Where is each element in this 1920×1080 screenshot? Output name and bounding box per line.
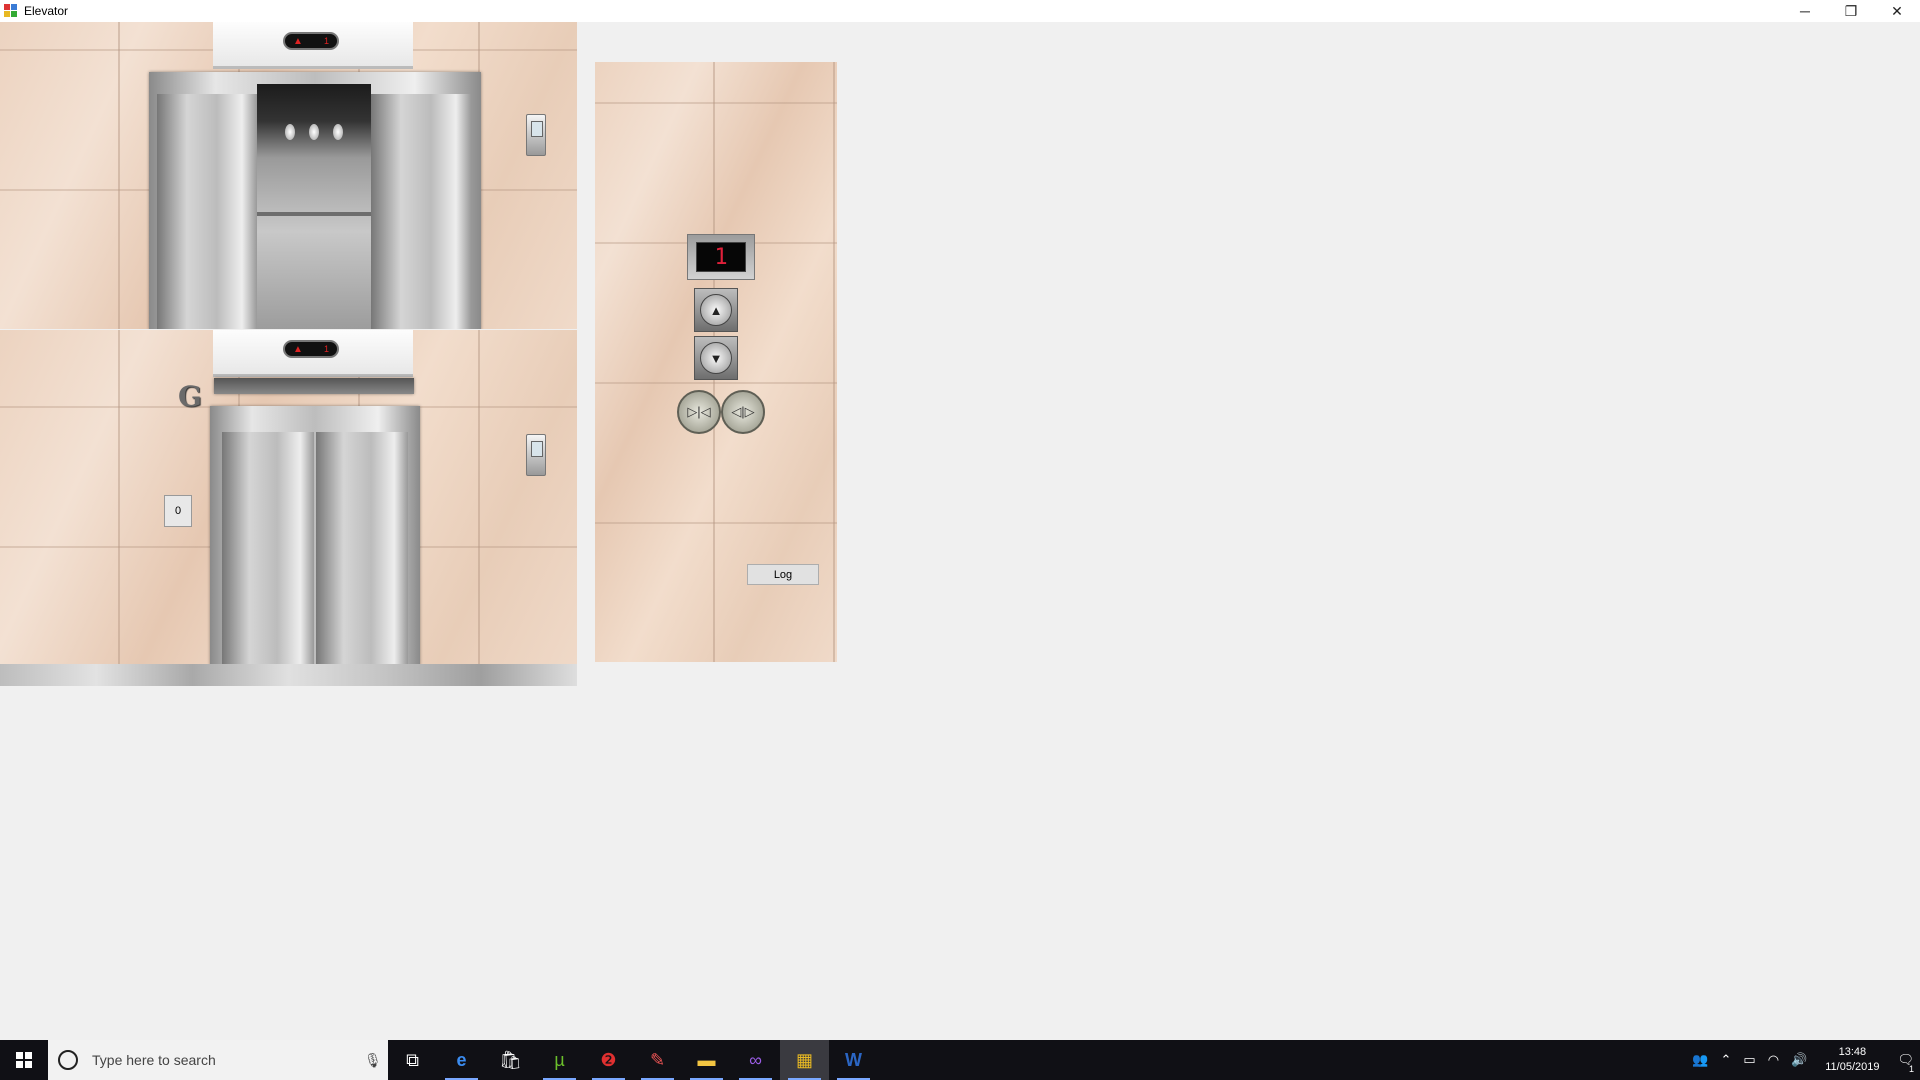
floor-1-view: ▲ 1 xyxy=(0,22,577,329)
door-close-button[interactable]: ◁|▷ xyxy=(721,390,765,434)
lobby-floor xyxy=(0,664,577,686)
elevator-control-panel: 1 ▲ ▼ ▷|◁ ◁|▷ Log xyxy=(595,62,837,662)
word-icon[interactable]: W xyxy=(829,1040,878,1080)
title-bar: Elevator ─ ❐ ✕ xyxy=(0,0,1920,22)
clock[interactable]: 13:48 11/05/2019 xyxy=(1825,1045,1879,1075)
up-arrow-icon: ▲ xyxy=(293,35,303,47)
taskbar-search[interactable]: Type here to search 🎙 xyxy=(48,1040,388,1080)
microphone-icon[interactable]: 🎙 xyxy=(364,1052,388,1069)
left-door-open xyxy=(157,94,257,329)
elevator-frame-bottom xyxy=(210,406,420,666)
down-icon: ▼ xyxy=(709,350,723,366)
clock-time: 13:48 xyxy=(1838,1046,1867,1058)
left-door-closed xyxy=(222,432,314,666)
file-explorer-icon[interactable]: ▬ xyxy=(682,1040,731,1080)
call-panel-bottom xyxy=(526,434,546,476)
clock-date: 11/05/2019 xyxy=(1825,1061,1880,1073)
windows-start-icon[interactable] xyxy=(0,1040,48,1080)
floor-g-view: ▲ 1 G 0 xyxy=(0,330,577,686)
floor-display: 1 xyxy=(687,234,755,280)
app-icon xyxy=(4,4,18,18)
chevron-up-icon[interactable]: ⌃ xyxy=(1721,1052,1732,1068)
notification-icon[interactable]: 🗨 1 xyxy=(1897,1052,1914,1074)
elevator-cab-interior xyxy=(257,84,371,329)
floor-g-header: ▲ 1 xyxy=(213,330,413,377)
up-button[interactable]: ▲ xyxy=(694,288,738,332)
floor-g-indicator: ▲ 1 xyxy=(283,340,339,358)
task-view-icon[interactable]: ⧉ xyxy=(388,1040,437,1080)
restore-button[interactable]: ❐ xyxy=(1828,0,1874,22)
floor-1-indicator-value: 1 xyxy=(323,36,329,46)
down-button[interactable]: ▼ xyxy=(694,336,738,380)
red-app-icon[interactable]: ❷ xyxy=(584,1040,633,1080)
wifi-icon[interactable]: ◠ xyxy=(1768,1052,1779,1068)
window-title: Elevator xyxy=(24,4,69,18)
door-open-icon: ▷|◁ xyxy=(687,404,711,419)
utorrent-icon[interactable]: µ xyxy=(535,1040,584,1080)
door-transom xyxy=(214,378,414,394)
right-door-open xyxy=(371,94,471,329)
system-tray: 👥 ⌃ ▭ ◠ 🔊 13:48 11/05/2019 🗨 1 xyxy=(1686,1040,1920,1080)
battery-icon[interactable]: ▭ xyxy=(1743,1052,1755,1068)
cortana-icon xyxy=(58,1050,78,1070)
door-close-icon: ◁|▷ xyxy=(731,404,755,419)
volume-icon[interactable]: 🔊 xyxy=(1791,1052,1807,1068)
floor-letter: G xyxy=(178,380,202,413)
call-panel-top xyxy=(526,114,546,156)
elevator-app-icon[interactable]: ▦ xyxy=(780,1040,829,1080)
paint-app-icon[interactable]: ✎ xyxy=(633,1040,682,1080)
right-door-closed xyxy=(316,432,408,666)
close-button[interactable]: ✕ xyxy=(1874,0,1920,22)
people-icon[interactable]: 👥 xyxy=(1692,1052,1708,1068)
search-placeholder: Type here to search xyxy=(92,1052,216,1068)
floor-display-value: 1 xyxy=(696,242,746,272)
notification-count: 1 xyxy=(1908,1064,1914,1074)
minimize-button[interactable]: ─ xyxy=(1782,0,1828,22)
elevator-frame-top xyxy=(149,72,481,329)
visual-studio-icon[interactable]: ∞ xyxy=(731,1040,780,1080)
floor-1-indicator: ▲ 1 xyxy=(283,32,339,50)
store-icon[interactable]: 🛍 xyxy=(486,1040,535,1080)
edge-icon[interactable]: e xyxy=(437,1040,486,1080)
floor-request-button[interactable]: 0 xyxy=(164,495,192,527)
door-open-button[interactable]: ▷|◁ xyxy=(677,390,721,434)
taskbar: Type here to search 🎙 ⧉ e 🛍 µ ❷ ✎ ▬ ∞ ▦ … xyxy=(0,1040,1920,1080)
up-icon: ▲ xyxy=(709,302,723,318)
floor-1-header: ▲ 1 xyxy=(213,22,413,69)
floor-g-indicator-value: 1 xyxy=(323,344,329,354)
up-arrow-icon: ▲ xyxy=(293,343,303,355)
log-button[interactable]: Log xyxy=(747,564,819,585)
